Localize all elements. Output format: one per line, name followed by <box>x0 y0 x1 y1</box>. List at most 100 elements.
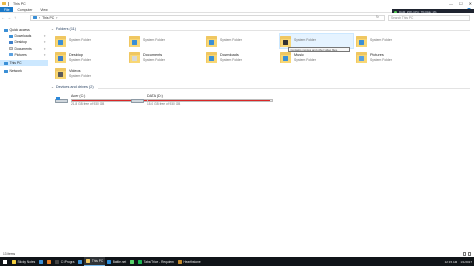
taskbar-item[interactable] <box>45 257 53 266</box>
star-icon <box>4 28 8 32</box>
group-title: Folders (11) <box>55 27 77 31</box>
sidebar-item-label: Downloads <box>14 34 32 39</box>
taskbar-item[interactable]: This PC <box>84 257 106 266</box>
document-icon <box>129 50 140 63</box>
taskbar-item[interactable] <box>76 257 84 266</box>
breadcrumb-chevron-end[interactable]: › <box>56 16 57 20</box>
system-tray: 12:15 AM 1/1/2017 <box>445 257 472 266</box>
taskbar-item-label: Tabs/Trice - Requiem <box>143 259 174 264</box>
folder-icon <box>129 34 140 47</box>
folder-type: System Folder <box>69 74 91 78</box>
desktop-icon <box>55 50 66 63</box>
folder-item-downloads[interactable]: Downloads System Folder <box>206 50 281 66</box>
drive-usage-fill <box>148 99 270 101</box>
large-icons-view-icon[interactable] <box>467 252 471 256</box>
folder-name: Pictures <box>370 53 384 57</box>
taskbar-item-label: This PC <box>91 259 104 263</box>
taskbar-item[interactable]: Hearthstone <box>176 257 203 266</box>
item-count: 13 items <box>3 252 16 256</box>
sidebar-item-network[interactable]: Network <box>0 68 48 74</box>
folder-icon <box>206 34 217 47</box>
taskbar-item[interactable] <box>37 257 45 266</box>
tab-file[interactable]: File <box>0 7 14 12</box>
folder-type: System Folder <box>220 38 242 42</box>
address-input[interactable]: › This PC › <box>30 14 385 21</box>
taskbar-item-label: Sticky Notes <box>17 259 36 264</box>
search-input[interactable]: Search This PC <box>388 14 470 21</box>
start-button[interactable] <box>0 257 10 266</box>
video-folder-icon <box>280 34 291 47</box>
folder-item-desktop[interactable]: Desktop System Folder <box>55 50 130 66</box>
taskbar-item-label: Hearthstone <box>183 259 201 264</box>
drives-group-header[interactable]: ⌄ Devices and drives (2) <box>51 85 94 89</box>
folder-name: Downloads <box>220 53 239 57</box>
folders-group-header[interactable]: ⌄ Folders (11) <box>51 27 76 31</box>
pictures-icon <box>9 53 13 57</box>
app-icon <box>177 259 182 264</box>
app-icon <box>78 259 83 264</box>
app-icon <box>55 259 60 264</box>
sidebar-item-pictures[interactable]: Pictures ✦ <box>0 52 48 58</box>
sidebar-item-label: Quick access <box>9 28 30 33</box>
folder-item-videos[interactable]: Videos System Folder <box>55 66 130 82</box>
folder-type: System Folder <box>69 38 91 42</box>
view-toggle <box>462 252 471 256</box>
clock-time[interactable]: 12:15 AM <box>445 260 458 264</box>
pin-icon: ✦ <box>43 34 46 39</box>
folder-icon <box>356 34 367 47</box>
sidebar-item-label: Network <box>9 69 22 74</box>
toolbar-divider <box>8 1 9 6</box>
breadcrumb-this-pc[interactable]: This PC <box>42 16 54 20</box>
refresh-icon[interactable]: ↻ <box>376 15 379 19</box>
maximize-button[interactable]: ☐ <box>459 1 463 6</box>
breadcrumb-chevron[interactable]: › <box>39 16 40 20</box>
details-view-icon[interactable] <box>462 252 466 256</box>
taskbar-item-label: C:\Progra <box>60 259 75 264</box>
taskbar-item[interactable]: Tabs/Trice - Requiem <box>136 257 176 266</box>
app-icon <box>138 259 143 264</box>
folder-item[interactable]: System Folder <box>129 34 204 50</box>
folder-item-music[interactable]: Music System Folder <box>280 50 355 66</box>
taskbar-item[interactable] <box>128 257 136 266</box>
taskbar-item[interactable]: C:\Progra <box>53 257 76 266</box>
taskbar-item-label: Battle.net <box>112 259 127 264</box>
drive-usage-bar <box>147 98 273 102</box>
folder-item[interactable]: System Folder <box>55 34 130 50</box>
app-icon <box>107 259 112 264</box>
folder-item-documents[interactable]: Documents System Folder <box>129 50 204 66</box>
drive-d[interactable]: DATA (D:) 15.0 GB free of 930 GB <box>131 94 281 108</box>
computer-icon <box>4 61 8 65</box>
folder-item-pictures[interactable]: Pictures System Folder <box>356 50 431 66</box>
group-divider <box>80 29 470 30</box>
sidebar-item-this-pc[interactable]: This PC <box>0 59 48 67</box>
folder-icon[interactable] <box>2 2 6 5</box>
folder-type: System Folder <box>294 38 316 42</box>
tab-view[interactable]: View <box>36 7 51 12</box>
clock-date[interactable]: 1/1/2017 <box>460 260 472 264</box>
pin-icon: ✦ <box>43 52 46 57</box>
hard-drive-icon <box>55 97 68 104</box>
sidebar-item-label: Pictures <box>14 52 27 57</box>
drive-free-space: 15.0 GB free of 930 GB <box>147 102 181 107</box>
taskbar-item[interactable]: Sticky Notes <box>10 257 37 266</box>
minimize-button[interactable]: — <box>449 1 453 6</box>
network-icon <box>4 69 8 73</box>
quick-access-toolbar <box>0 1 9 6</box>
folder-item[interactable]: System Folder <box>356 34 431 50</box>
taskbar-item[interactable]: Battle.net <box>105 257 128 266</box>
tab-computer[interactable]: Computer <box>13 7 36 12</box>
up-button[interactable]: ↑ <box>12 15 18 20</box>
folder-item[interactable]: System Folder <box>206 34 281 50</box>
folder-type: System Folder <box>220 58 242 62</box>
app-icon <box>12 259 16 264</box>
download-icon <box>9 34 13 38</box>
computer-icon <box>33 16 37 19</box>
group-divider <box>98 87 470 88</box>
folder-icon <box>55 34 66 47</box>
pin-icon: ✦ <box>43 40 46 45</box>
folder-type: System Folder <box>370 58 392 62</box>
pictures-icon <box>356 50 367 63</box>
video-folder-icon <box>55 66 66 79</box>
close-button[interactable]: ✕ <box>469 1 472 6</box>
folder-name: Videos <box>69 69 81 73</box>
